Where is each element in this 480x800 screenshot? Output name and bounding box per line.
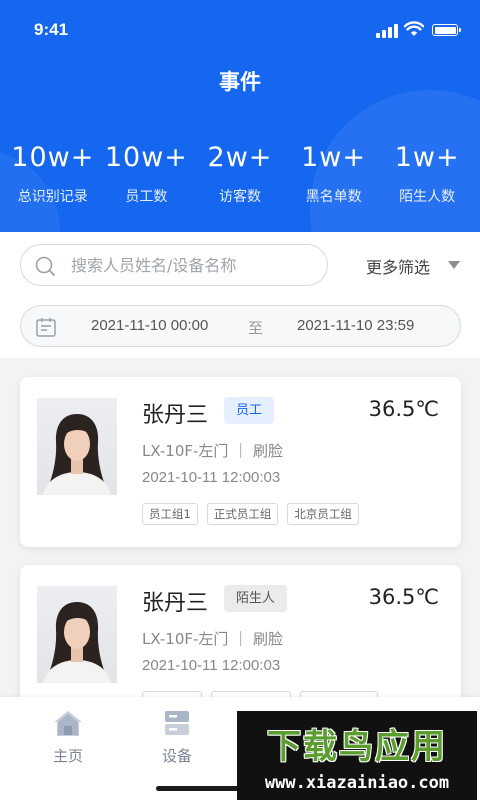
stat-value: 1w+: [301, 142, 367, 173]
watermark: 下载鸟应用 www.xiazainiao.com: [237, 711, 477, 800]
person-photo-icon: [43, 602, 111, 683]
tab-label: 主页: [52, 747, 83, 765]
event-time: 2021-10-11 12:00:03: [142, 657, 281, 674]
watermark-url: www.xiazainiao.com: [264, 773, 450, 793]
tab-home[interactable]: 主页: [33, 697, 103, 777]
group-tags: 员工组1 正式员工组 北京员工组: [142, 503, 368, 525]
stat-label: 访客数: [218, 189, 261, 205]
tab-label: 设备: [161, 747, 192, 765]
group-tag: 北京员工组: [287, 503, 359, 525]
avatar: [37, 398, 117, 495]
device-icon: [165, 711, 189, 735]
search-box[interactable]: [20, 244, 328, 286]
person-name: 张丹三: [142, 403, 209, 428]
stats-row: 10w+ 总识别记录 10w+ 员工数 2w+ 访客数 1w+ 黑名单数 1w+…: [6, 140, 474, 206]
header: 9:41 事件 10w+ 总识别记录 10w+ 员工数 2w+ 访客数 1w+: [0, 0, 480, 232]
avatar: [37, 586, 117, 683]
stat-label: 总识别记录: [17, 189, 88, 205]
stat-value: 2w+: [207, 142, 273, 173]
temperature: 36.5℃: [368, 585, 439, 609]
stat-strangers[interactable]: 1w+ 陌生人数: [380, 140, 474, 206]
stat-value: 1w+: [394, 142, 460, 173]
date-start[interactable]: 2021-11-10 00:00: [91, 317, 208, 334]
cellular-signal-icon: [376, 24, 398, 38]
date-separator: 至: [248, 319, 264, 337]
battery-icon: [432, 24, 461, 36]
stat-label: 员工数: [125, 189, 168, 205]
stat-value: 10w+: [11, 142, 95, 173]
home-icon: [54, 711, 82, 736]
event-time: 2021-10-11 12:00:03: [142, 469, 281, 486]
status-time: 9:41: [34, 20, 69, 39]
event-card[interactable]: 张丹三 员工 36.5℃ LX-10F-左门 ｜ 刷脸 2021-10-11 1…: [20, 377, 461, 547]
stat-blacklist[interactable]: 1w+ 黑名单数: [287, 140, 381, 206]
tab-device[interactable]: 设备: [142, 697, 212, 777]
calendar-icon: [36, 318, 56, 337]
more-filter-button[interactable]: 更多筛选: [366, 254, 430, 278]
stat-value: 10w+: [104, 142, 188, 173]
caret-down-icon[interactable]: [448, 261, 460, 269]
group-tag: 员工组1: [142, 503, 198, 525]
stat-visitors[interactable]: 2w+ 访客数: [193, 140, 287, 206]
filter-area: 更多筛选 2021-11-10 00:00 至 2021-11-10 23:59: [0, 232, 480, 358]
stat-total-records[interactable]: 10w+ 总识别记录: [6, 140, 100, 206]
status-badge: 员工: [224, 397, 275, 424]
date-range-picker[interactable]: 2021-11-10 00:00 至 2021-11-10 23:59: [20, 305, 461, 347]
person-photo-icon: [43, 414, 111, 495]
stat-label: 黑名单数: [305, 189, 362, 205]
stat-employees[interactable]: 10w+ 员工数: [100, 140, 194, 206]
search-input[interactable]: [71, 245, 321, 285]
device-location: LX-10F-左门 ｜ 刷脸: [142, 442, 283, 460]
page-title: 事件: [219, 70, 261, 94]
date-end[interactable]: 2021-11-10 23:59: [297, 317, 414, 334]
wifi-icon: [404, 21, 424, 36]
status-badge: 陌生人: [224, 585, 288, 612]
search-icon: [35, 256, 55, 276]
person-name: 张丹三: [142, 591, 209, 616]
device-location: LX-10F-左门 ｜ 刷脸: [142, 630, 283, 648]
status-bar: 9:41: [0, 0, 480, 60]
group-tag: 正式员工组: [206, 503, 279, 525]
watermark-title: 下载鸟应用: [267, 727, 447, 767]
temperature: 36.5℃: [368, 397, 439, 421]
stat-label: 陌生人数: [399, 189, 456, 205]
